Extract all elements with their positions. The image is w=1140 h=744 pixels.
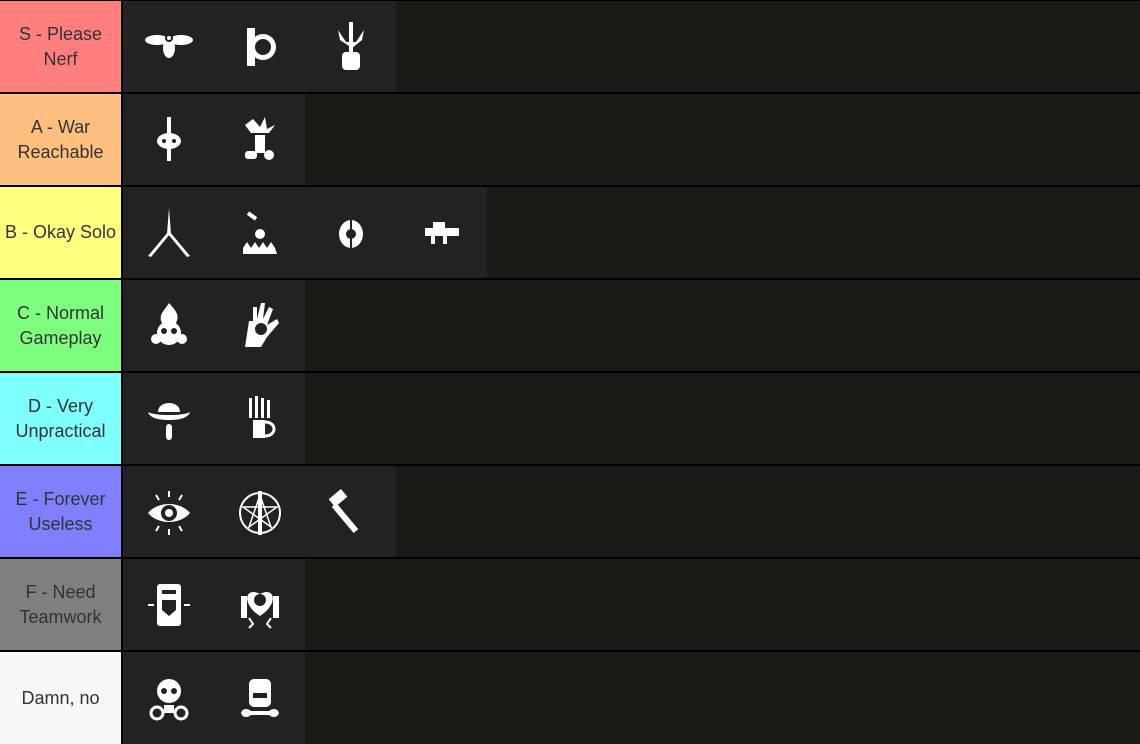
tier-item[interactable] [305, 187, 396, 278]
tier-item[interactable] [214, 187, 305, 278]
tier-items [123, 559, 1140, 650]
tier-items [123, 280, 1140, 371]
tier-label[interactable]: C - Normal Gameplay [0, 280, 123, 371]
tier-row: E - Forever Useless [0, 466, 1140, 557]
tier-item[interactable] [214, 94, 305, 185]
tier-row: F - Need Teamwork [0, 559, 1140, 650]
tier-item[interactable] [123, 1, 214, 92]
skull-gasmask-icon [149, 679, 188, 721]
tier-item[interactable] [214, 466, 305, 557]
tier-label[interactable]: Damn, no [0, 652, 123, 744]
tier-item[interactable] [123, 94, 214, 185]
hand-blade-icon [337, 21, 364, 70]
tier-items [123, 373, 1140, 464]
wasp-eye-icon [144, 33, 193, 58]
backpack-bone-icon [240, 679, 279, 717]
tier-list: TiERMAKER S - Please NerfA - War Reachab… [0, 0, 1140, 744]
tier-row: Damn, no [0, 652, 1140, 744]
tier-item[interactable] [123, 187, 214, 278]
tier-item[interactable] [214, 652, 305, 744]
eye-icon [147, 490, 190, 535]
tier-item[interactable] [123, 280, 214, 371]
tier-item[interactable] [214, 1, 305, 92]
cowboy-hat-icon [147, 402, 190, 440]
tier-label[interactable]: A - War Reachable [0, 94, 123, 185]
tier-row: D - Very Unpractical [0, 373, 1140, 464]
tier-item[interactable] [396, 187, 487, 278]
sun-book-icon [246, 27, 276, 66]
explosive-shells-icon [244, 116, 275, 160]
tier-items [123, 1, 1140, 92]
burning-hand-icon [244, 302, 279, 347]
tier-item[interactable] [123, 559, 214, 650]
tier-item[interactable] [214, 280, 305, 371]
heart-lightning-icon [240, 591, 279, 629]
tier-label[interactable]: F - Need Teamwork [0, 559, 123, 650]
machine-gun-icon [424, 221, 459, 244]
trap-spider-icon [242, 210, 277, 254]
tier-item[interactable] [123, 652, 214, 744]
tier-item[interactable] [305, 466, 396, 557]
dagger-skull-icon [156, 116, 181, 161]
pentagram-sword-icon [238, 490, 281, 535]
tier-row: C - Normal Gameplay [0, 280, 1140, 371]
tier-items [123, 466, 1140, 557]
tier-item[interactable] [123, 466, 214, 557]
tier-label[interactable]: S - Please Nerf [0, 1, 123, 92]
beetle-icon [338, 219, 363, 248]
tier-items [123, 652, 1140, 744]
tier-label[interactable]: B - Okay Solo [0, 187, 123, 278]
tier-item[interactable] [214, 373, 305, 464]
hammer-icon [328, 488, 358, 533]
tier-label[interactable]: D - Very Unpractical [0, 373, 123, 464]
tier-items [123, 187, 1140, 278]
tier-item[interactable] [305, 1, 396, 92]
tier-label[interactable]: E - Forever Useless [0, 466, 123, 557]
tier-row: S - Please Nerf [0, 1, 1140, 92]
tier-items [123, 94, 1140, 185]
syringes-case-icon [248, 395, 275, 438]
tripod-blades-icon [147, 207, 190, 257]
gas-mask-fire-icon [150, 302, 187, 345]
tier-row: A - War Reachable [0, 94, 1140, 185]
shield-icon [147, 583, 190, 626]
tier-row: B - Okay Solo [0, 187, 1140, 278]
tier-item[interactable] [214, 559, 305, 650]
tier-item[interactable] [123, 373, 214, 464]
